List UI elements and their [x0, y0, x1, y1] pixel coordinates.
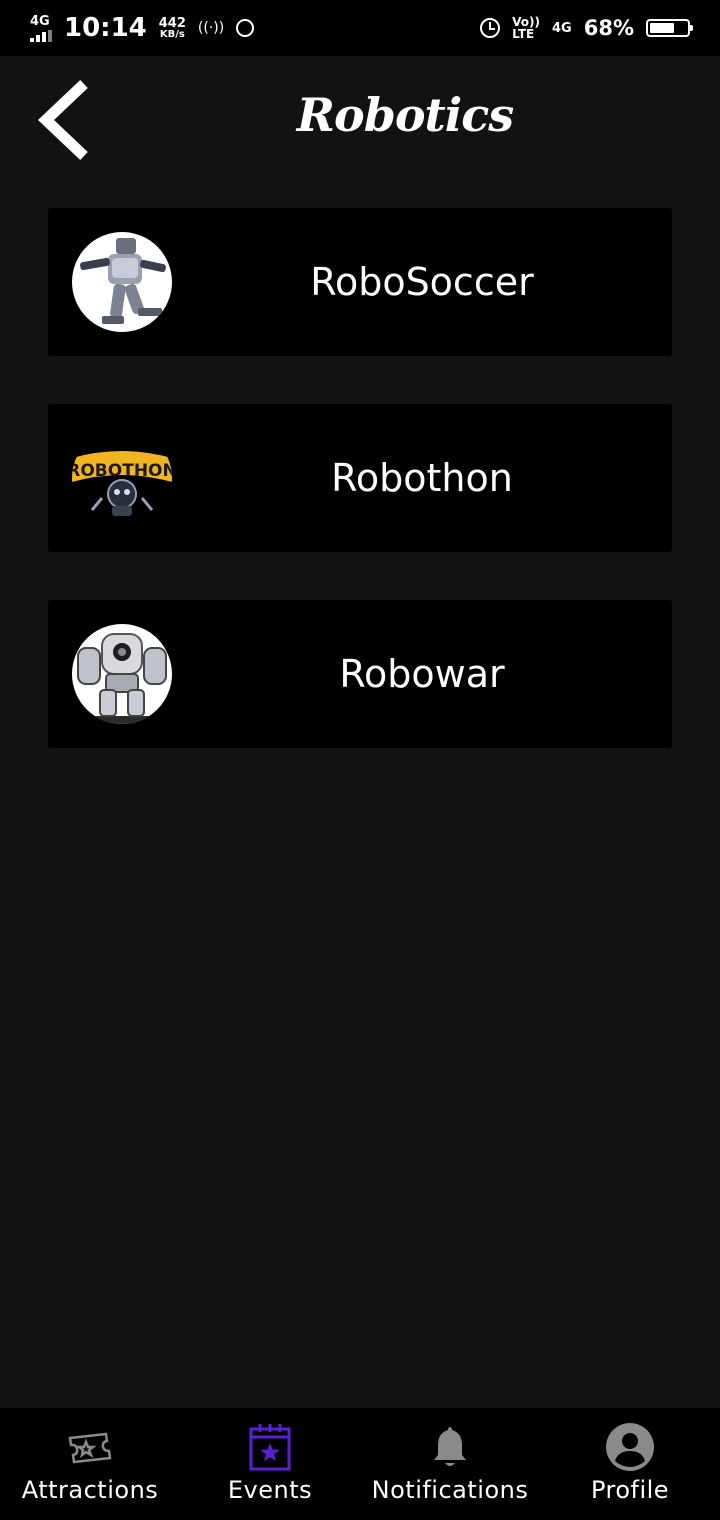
bell-icon: [432, 1422, 468, 1472]
event-name: Robowar: [339, 652, 505, 696]
nav-label: Attractions: [21, 1476, 159, 1504]
battery-icon: [646, 19, 693, 37]
nav-item-events[interactable]: Events: [180, 1408, 360, 1520]
alarm-icon: [480, 18, 501, 38]
robothon-logo-text: ROBOTHON: [72, 461, 172, 481]
network-type: 4G: [30, 13, 50, 29]
signal-icon: [30, 29, 52, 42]
nav-item-profile[interactable]: Profile: [540, 1408, 720, 1520]
status-bar-left: 4G 10:14 442 KB/s ((·)): [30, 13, 255, 43]
ticket-icon: [64, 1422, 116, 1472]
robothon-logo-image: ROBOTHON: [72, 428, 172, 528]
network-indicator: 4G: [30, 15, 52, 42]
status-bar: 4G 10:14 442 KB/s ((·)) Vo)) LTE 4G 68%: [0, 0, 720, 56]
status-bar-right: Vo)) LTE 4G 68%: [480, 16, 693, 40]
event-card-robothon[interactable]: ROBOTHON Robothon: [48, 404, 672, 552]
calendar-star-icon: [248, 1422, 292, 1472]
battery-level-fill: [650, 23, 674, 33]
clock: 10:14: [64, 13, 147, 43]
network-speed-value: 442: [158, 15, 186, 31]
page-title: Robotics: [296, 88, 514, 142]
whatsapp-icon: [236, 19, 255, 37]
data-network-type: 4G: [552, 20, 572, 36]
network-speed: 442 KB/s: [159, 17, 186, 40]
nav-item-notifications[interactable]: Notifications: [360, 1408, 540, 1520]
robot-soccer-image: [72, 232, 172, 332]
event-name: RoboSoccer: [310, 260, 534, 304]
volte-indicator: Vo)) LTE: [512, 16, 540, 40]
event-name: Robothon: [331, 456, 513, 500]
nav-label: Profile: [590, 1476, 670, 1504]
account-circle-icon: [606, 1422, 654, 1472]
event-card-robosoccer[interactable]: RoboSoccer: [48, 208, 672, 356]
bottom-navigation: Attractions Events Notifications Profile: [0, 1408, 720, 1520]
back-button[interactable]: [36, 78, 96, 162]
robowar-robot-image: [72, 624, 172, 724]
nav-label: Notifications: [371, 1476, 529, 1504]
chevron-left-icon: [38, 80, 88, 160]
nav-item-attractions[interactable]: Attractions: [0, 1408, 180, 1520]
event-card-robowar[interactable]: Robowar: [48, 600, 672, 748]
event-list: RoboSoccer ROBOTHON Robothon Robowar: [48, 208, 672, 796]
nav-label: Events: [227, 1476, 313, 1504]
volte-bottom: LTE: [512, 27, 535, 41]
screen: 4G 10:14 442 KB/s ((·)) Vo)) LTE 4G 68%: [0, 0, 720, 1520]
battery-percent: 68%: [583, 16, 634, 40]
network-speed-unit: KB/s: [159, 28, 185, 40]
hotspot-icon: ((·)): [197, 20, 225, 36]
